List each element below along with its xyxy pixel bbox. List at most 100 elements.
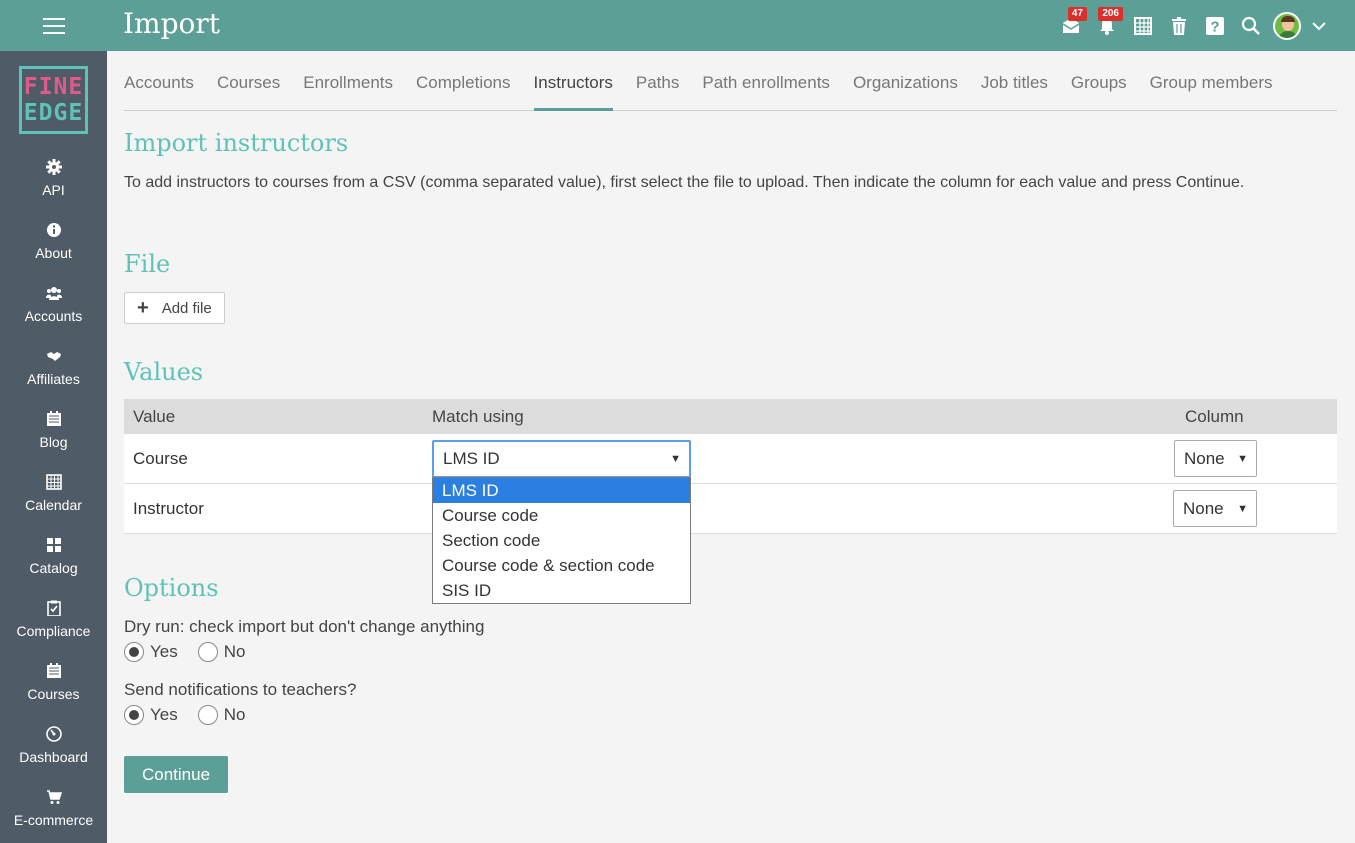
courses-icon [46,663,61,678]
handshake-icon [46,352,61,361]
course-column-value: None [1184,448,1225,468]
notify-radio-group: Yes No [124,705,265,725]
caret-down-icon: ▼ [1237,452,1248,465]
sidebar-item-affiliates[interactable]: Affiliates [0,340,107,403]
logo-line-2: EDGE [23,100,84,126]
import-tabs: Accounts Courses Enrollments Completions… [124,64,1337,111]
notify-yes-radio[interactable] [124,705,144,725]
instructor-column-value: None [1183,498,1224,518]
dry-run-no-radio[interactable] [197,642,218,662]
sidebar-item-label: Catalog [29,560,78,576]
users-icon [45,287,62,300]
radio-label: No [223,642,246,661]
dashboard-icon [45,726,62,742]
match-using-dropdown: LMS ID Course code Section code Course c… [432,477,691,604]
tab-groups[interactable]: Groups [1071,64,1127,111]
top-bar: Import 47 206 ? [0,0,1355,51]
tab-enrollments[interactable]: Enrollments [303,64,393,111]
sidebar-item-dashboard[interactable]: Dashboard [0,718,107,781]
tab-completions[interactable]: Completions [416,64,511,111]
calendar-icon [45,474,62,490]
help-icon: ? [1206,16,1224,35]
tab-accounts[interactable]: Accounts [124,64,194,111]
sidebar-item-about[interactable]: About [0,214,107,277]
radio-label: Yes [150,705,178,724]
dropdown-option[interactable]: Section code [433,528,690,553]
tab-group-members[interactable]: Group members [1150,64,1273,111]
user-menu-toggle[interactable] [1305,0,1333,51]
tab-job-titles[interactable]: Job titles [981,64,1048,111]
sidebar-item-label: Calendar [25,497,82,513]
radio-label: No [223,705,246,724]
dropdown-option[interactable]: Course code [433,503,690,528]
tab-instructors[interactable]: Instructors [533,64,613,111]
avatar [1273,11,1301,40]
sidebar-item-label: About [35,245,72,261]
dry-run-radio-group: Yes No [124,642,265,662]
continue-button[interactable]: Continue [124,756,228,793]
fine-edge-logo[interactable]: FINE EDGE [19,66,88,134]
course-column-select[interactable]: None ▼ [1174,440,1257,477]
sidebar-item-catalog[interactable]: Catalog [0,529,107,592]
caret-down-icon: ▼ [670,453,681,465]
dropdown-option[interactable]: LMS ID [433,478,690,503]
notify-teachers-label: Send notifications to teachers? [124,680,357,699]
tab-organizations[interactable]: Organizations [853,64,958,111]
calendar-button[interactable] [1125,0,1161,51]
sidebar-item-accounts[interactable]: Accounts [0,277,107,340]
sidebar-item-label: Dashboard [19,749,88,765]
logo-line-1: FINE [23,74,84,100]
sidebar-item-api[interactable]: API [0,151,107,214]
radio-label: Yes [150,642,178,661]
notify-no-radio[interactable] [197,705,218,725]
gear-icon [45,159,62,175]
tab-courses[interactable]: Courses [217,64,280,111]
import-description: To add instructors to courses from a CSV… [124,174,1245,191]
catalog-icon [46,538,61,552]
caret-down-icon: ▼ [1237,502,1248,515]
search-button[interactable] [1233,0,1269,51]
row-value-label: Instructor [133,498,204,518]
table-row: Course LMS ID ▼ None ▼ [124,434,1337,484]
dry-run-label: Dry run: check import but don't change a… [124,617,485,636]
notifications-button[interactable]: 206 [1089,0,1125,51]
dry-run-yes-radio[interactable] [124,642,144,662]
blog-icon [46,411,61,426]
sidebar-item-label: Blog [39,434,68,450]
search-icon [1241,16,1260,35]
hamburger-icon [42,17,65,34]
course-match-value: LMS ID [443,449,500,468]
add-file-button[interactable]: + Add file [124,292,225,324]
trash-button[interactable] [1161,0,1197,51]
table-header: Value Match using Column [124,399,1337,434]
tab-path-enrollments[interactable]: Path enrollments [702,64,830,111]
sidebar-item-label: API [42,182,65,198]
sidebar-item-label: Compliance [16,623,91,639]
user-avatar-button[interactable] [1269,0,1305,51]
dropdown-option[interactable]: Course code & section code [433,553,690,578]
top-toolbar: 47 206 ? [1053,0,1333,51]
dropdown-option[interactable]: SIS ID [433,578,690,603]
sidebar-item-label: E-commerce [13,812,94,828]
section-heading-import: Import instructors [124,129,349,157]
tab-paths[interactable]: Paths [636,64,679,111]
messages-badge: 47 [1067,7,1087,21]
section-heading-options: Options [124,574,219,602]
notifications-badge: 206 [1098,7,1123,21]
section-heading-file: File [124,250,171,278]
course-match-select[interactable]: LMS ID ▼ [432,440,691,478]
trash-icon [1172,16,1186,35]
sidebar-item-courses[interactable]: Courses [0,655,107,718]
column-header-value: Value [133,406,176,426]
sidebar-item-calendar[interactable]: Calendar [0,466,107,529]
help-button[interactable]: ? [1197,0,1233,51]
instructor-column-select[interactable]: None ▼ [1173,490,1257,527]
sidebar-item-compliance[interactable]: Compliance [0,592,107,655]
add-file-label: Add file [161,299,212,317]
section-heading-values: Values [124,358,204,386]
sidebar-item-blog[interactable]: Blog [0,403,107,466]
sidebar-item-label: Affiliates [27,371,80,387]
sidebar-item-ecommerce[interactable]: E-commerce [0,781,107,843]
menu-toggle-button[interactable] [0,0,107,51]
messages-button[interactable]: 47 [1053,0,1089,51]
